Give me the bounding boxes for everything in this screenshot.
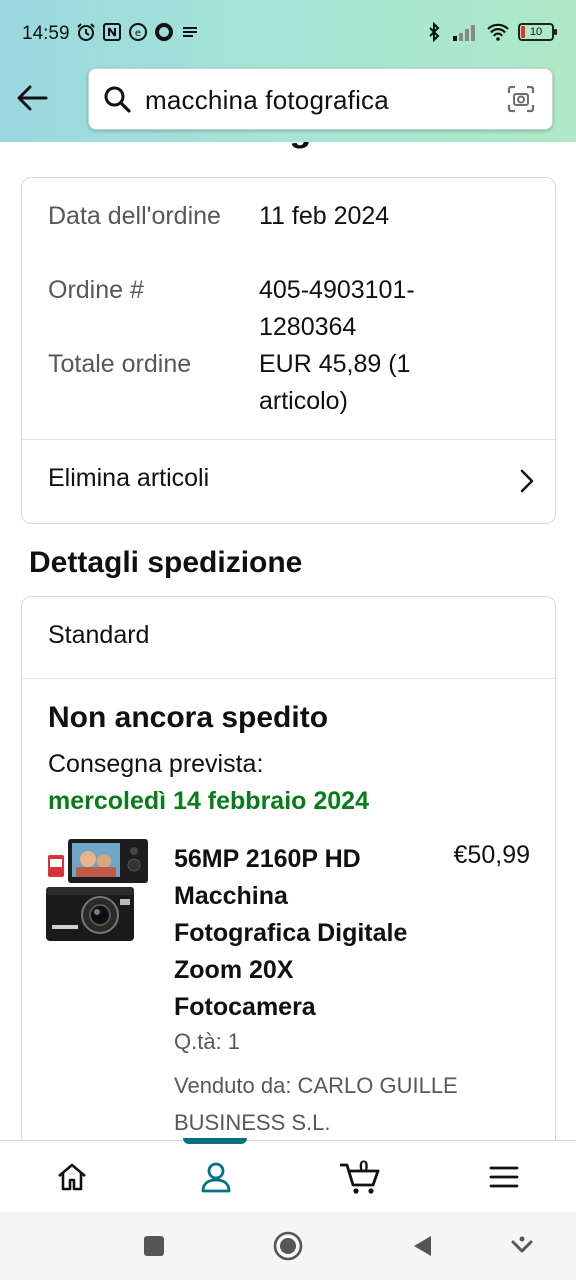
assistant-button[interactable] xyxy=(506,1230,538,1262)
delivery-label: Consegna prevista: xyxy=(48,750,264,778)
recents-button[interactable] xyxy=(138,1230,170,1262)
notification-icon xyxy=(183,27,197,37)
product-seller: Venduto da: CARLO GUILLE BUSINESS S.L. xyxy=(174,1073,458,1135)
system-navigation-bar xyxy=(0,1212,576,1280)
nfc-icon xyxy=(103,23,121,41)
signal-icon xyxy=(453,25,475,41)
menu-icon xyxy=(489,1166,519,1188)
order-summary-card: Data dell'ordine 11 feb 2024 Ordine # 40… xyxy=(21,177,556,524)
nav-home[interactable] xyxy=(0,1141,144,1213)
search-icon[interactable] xyxy=(103,85,131,113)
divider xyxy=(22,678,555,679)
back-button[interactable] xyxy=(14,80,50,116)
chevron-down-icon xyxy=(511,1236,533,1253)
battery-level: 10 xyxy=(529,26,543,38)
status-time: 14:59 xyxy=(22,23,70,44)
square-icon xyxy=(144,1236,164,1256)
search-bar[interactable]: macchina fotografica xyxy=(88,68,553,130)
product-title[interactable]: 56MP 2160P HD Macchina Fotografica Digit… xyxy=(174,841,419,1026)
search-input[interactable]: macchina fotografica xyxy=(145,85,389,116)
product-price: €50,99 xyxy=(453,841,530,869)
order-total-value: EUR 45,89 (1 articolo) xyxy=(259,350,411,415)
account-icon xyxy=(201,1162,231,1193)
svg-text:e: e xyxy=(135,28,141,39)
order-date-value: 11 feb 2024 xyxy=(259,202,390,230)
app-icon: e xyxy=(129,23,147,41)
home-circle-icon xyxy=(273,1231,303,1261)
order-number-value: 405-4903101-1280364 xyxy=(259,276,415,341)
battery-icon: 10 xyxy=(518,23,557,41)
home-icon xyxy=(58,1163,86,1191)
alarm-icon xyxy=(77,23,95,41)
app-header: 14:59 e 10 macchina fotografica xyxy=(0,0,576,142)
camera-search-icon[interactable] xyxy=(506,84,536,114)
status-bar: 14:59 e 10 xyxy=(0,0,576,66)
wifi-icon xyxy=(487,23,509,41)
shipping-method: Standard xyxy=(48,621,150,649)
shipping-card: Standard Non ancora spedito Consegna pre… xyxy=(21,596,556,1196)
nav-cart[interactable]: 0 xyxy=(288,1141,432,1213)
bluetooth-icon xyxy=(429,22,440,42)
order-total-label: Totale ordine xyxy=(48,350,192,378)
remove-items-label: Elimina articoli xyxy=(48,464,210,492)
product-quantity: Q.tà: 1 xyxy=(174,1029,241,1054)
back-system-button[interactable] xyxy=(406,1230,438,1262)
arrow-left-icon xyxy=(17,85,48,111)
nav-menu[interactable] xyxy=(432,1141,576,1213)
delivery-date: mercoledì 14 febbraio 2024 xyxy=(48,787,369,815)
nav-account[interactable] xyxy=(144,1141,288,1213)
bottom-nav: 0 xyxy=(0,1138,576,1213)
circle-icon xyxy=(155,23,173,41)
product-image[interactable] xyxy=(46,837,152,943)
order-date-label: Data dell'ordine xyxy=(48,202,221,230)
home-system-button[interactable] xyxy=(272,1230,304,1262)
back-triangle-icon xyxy=(414,1236,431,1256)
order-number-label: Ordine # xyxy=(48,276,144,304)
cart-count-badge: 0 xyxy=(359,1157,369,1176)
shipment-status: Non ancora spedito xyxy=(48,701,329,734)
remove-items-link[interactable]: Elimina articoli xyxy=(22,440,555,524)
chevron-right-icon xyxy=(520,469,534,493)
shipping-section-title: Dettagli spedizione xyxy=(29,546,303,579)
